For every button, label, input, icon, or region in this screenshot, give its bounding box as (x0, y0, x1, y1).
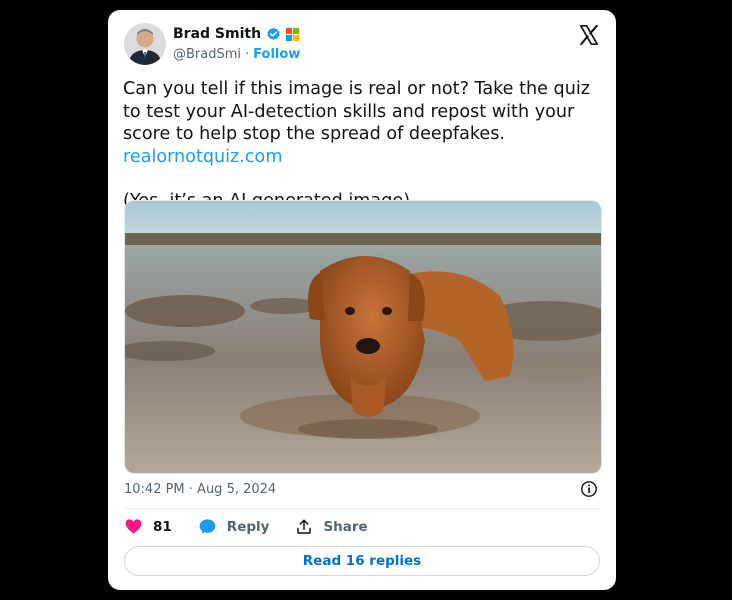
x-logo-icon[interactable] (578, 24, 600, 46)
tweet-image[interactable] (124, 200, 602, 474)
reply-label: Reply (226, 518, 270, 535)
separator-dot: · (245, 47, 250, 62)
like-count: 81 (153, 518, 172, 535)
author-name-row: Brad Smith (173, 26, 300, 42)
author-avatar[interactable] (124, 23, 166, 65)
microsoft-affiliation-icon (286, 27, 300, 41)
divider (124, 508, 600, 509)
tweet-text-paragraph: Can you tell if this image is real or no… (123, 78, 603, 168)
author-handle[interactable]: @BradSmi (173, 47, 241, 62)
verified-badge-icon (267, 27, 280, 40)
tweet-text: Can you tell if this image is real or no… (123, 78, 603, 213)
reply-button[interactable]: Reply (198, 517, 270, 536)
like-button[interactable]: 81 (124, 517, 172, 536)
dog-in-water-image (125, 201, 601, 473)
quiz-link[interactable]: realornotquiz.com (123, 147, 282, 167)
action-bar: 81 Reply Share (124, 517, 394, 536)
share-label: Share (323, 518, 368, 535)
info-icon[interactable] (580, 480, 598, 498)
author-handle-row: @BradSmi · Follow (173, 47, 300, 62)
follow-button[interactable]: Follow (253, 47, 300, 62)
tweet-text-body: Can you tell if this image is real or no… (123, 79, 590, 145)
tweet-card: Brad Smith @BradSmi · Follow Can you tel… (108, 10, 616, 590)
reply-icon (199, 519, 216, 534)
tweet-timestamp[interactable]: 10:42 PM · Aug 5, 2024 (124, 482, 276, 497)
author-name[interactable]: Brad Smith (173, 26, 261, 42)
read-replies-button[interactable]: Read 16 replies (124, 546, 600, 576)
share-icon (297, 519, 312, 534)
share-button[interactable]: Share (295, 518, 368, 536)
heart-icon (125, 519, 142, 534)
